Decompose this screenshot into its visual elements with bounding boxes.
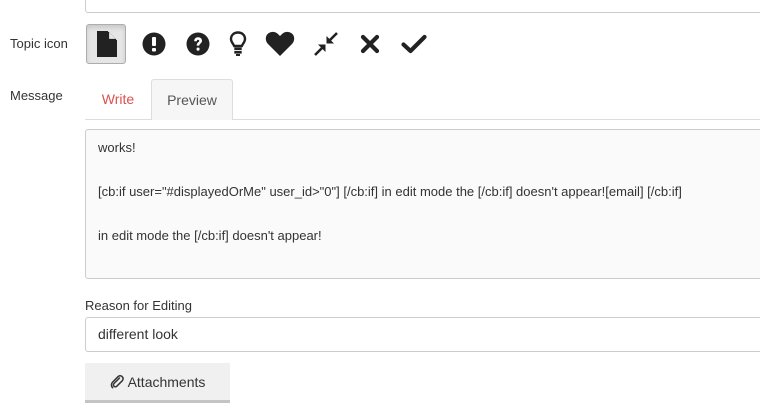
compress-icon (314, 32, 338, 56)
file-icon (97, 31, 117, 57)
topic-icon-option-file[interactable] (86, 24, 126, 64)
attachments-button[interactable]: Attachments (85, 363, 230, 403)
message-label: Message (10, 88, 63, 103)
message-line: works! (98, 140, 136, 155)
topic-icon-label: Topic icon (10, 36, 68, 51)
tab-write[interactable]: Write (86, 79, 150, 119)
reason-for-editing-label: Reason for Editing (85, 298, 192, 313)
question-circle-icon (186, 32, 210, 56)
topic-icon-option-lightbulb[interactable] (218, 24, 258, 64)
previous-field-input[interactable] (85, 0, 760, 13)
topic-icon-option-question[interactable] (178, 24, 218, 64)
message-line: [cb:if user="#displayedOrMe" user_id>"0"… (98, 184, 682, 199)
message-line: in edit mode the [/cb:if] doesn't appear… (98, 228, 322, 243)
message-preview: works! [cb:if user="#displayedOrMe" user… (85, 129, 760, 279)
topic-icon-option-heart[interactable] (260, 24, 300, 64)
attachments-label: Attachments (127, 373, 206, 390)
tab-preview[interactable]: Preview (151, 79, 233, 120)
check-icon (401, 34, 427, 54)
lightbulb-icon (229, 31, 247, 56)
topic-icon-option-exclamation[interactable] (134, 24, 174, 64)
exclamation-circle-icon (142, 32, 166, 56)
topic-icon-option-times[interactable] (350, 24, 390, 64)
heart-icon (265, 31, 295, 56)
topic-icon-option-check[interactable] (394, 24, 434, 64)
topic-icon-option-compress[interactable] (306, 24, 346, 64)
times-icon (360, 34, 380, 54)
reason-for-editing-input[interactable]: different look (85, 317, 760, 352)
paperclip-icon (110, 374, 124, 388)
